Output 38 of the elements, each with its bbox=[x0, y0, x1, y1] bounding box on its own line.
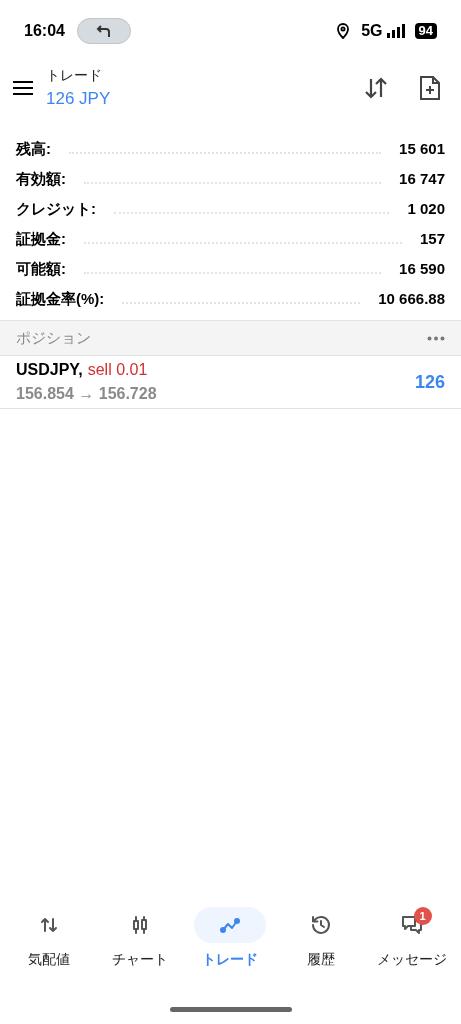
account-label: 有効額: bbox=[16, 168, 66, 189]
account-value: 10 666.88 bbox=[378, 288, 445, 309]
account-label: 証拠金: bbox=[16, 228, 66, 249]
position-order: sell 0.01 bbox=[87, 360, 148, 380]
status-time: 16:04 bbox=[24, 21, 65, 41]
return-arrow-icon bbox=[95, 24, 112, 38]
position-prices: 156.854 → 156.728 bbox=[16, 384, 157, 404]
nav-tab[interactable]: トレード bbox=[185, 907, 276, 970]
nav-tab[interactable]: 1 メッセージ bbox=[366, 907, 457, 970]
section-title: ポジション bbox=[16, 327, 91, 348]
more-icon[interactable] bbox=[427, 335, 445, 341]
location-icon bbox=[337, 23, 350, 39]
back-pill[interactable] bbox=[76, 18, 131, 44]
total-profit: 126 JPY bbox=[46, 87, 111, 110]
account-value: 15 601 bbox=[399, 138, 445, 159]
account-value: 1 020 bbox=[407, 198, 445, 219]
chat-icon bbox=[399, 913, 424, 937]
account-label: 証拠金率(%): bbox=[16, 288, 105, 309]
account-value: 157 bbox=[419, 228, 445, 249]
menu-icon[interactable] bbox=[12, 80, 34, 96]
nav-tab[interactable]: 気配値 bbox=[4, 907, 95, 970]
position-profit: 126 bbox=[414, 370, 445, 394]
account-label: クレジット: bbox=[16, 198, 96, 219]
new-document-icon[interactable] bbox=[419, 75, 441, 101]
sort-icon[interactable] bbox=[363, 75, 389, 101]
signal-icon bbox=[386, 24, 407, 38]
nav-tab[interactable]: チャート bbox=[94, 907, 186, 970]
network-label: 5G bbox=[361, 21, 383, 41]
screen-title: トレード bbox=[46, 65, 103, 85]
account-label: 残高: bbox=[16, 138, 51, 159]
position-symbol: USDJPY, bbox=[16, 360, 83, 380]
nav-tab[interactable]: 履歴 bbox=[275, 907, 367, 970]
battery-level: 94 bbox=[414, 23, 437, 39]
badge-count: 1 bbox=[413, 907, 432, 925]
position-row[interactable]: USDJPY, sell 0.01 156.854 → 156.728 126 bbox=[0, 356, 461, 409]
account-value: 16 590 bbox=[399, 258, 445, 279]
account-value: 16 747 bbox=[399, 168, 445, 189]
account-label: 可能額: bbox=[16, 258, 66, 279]
